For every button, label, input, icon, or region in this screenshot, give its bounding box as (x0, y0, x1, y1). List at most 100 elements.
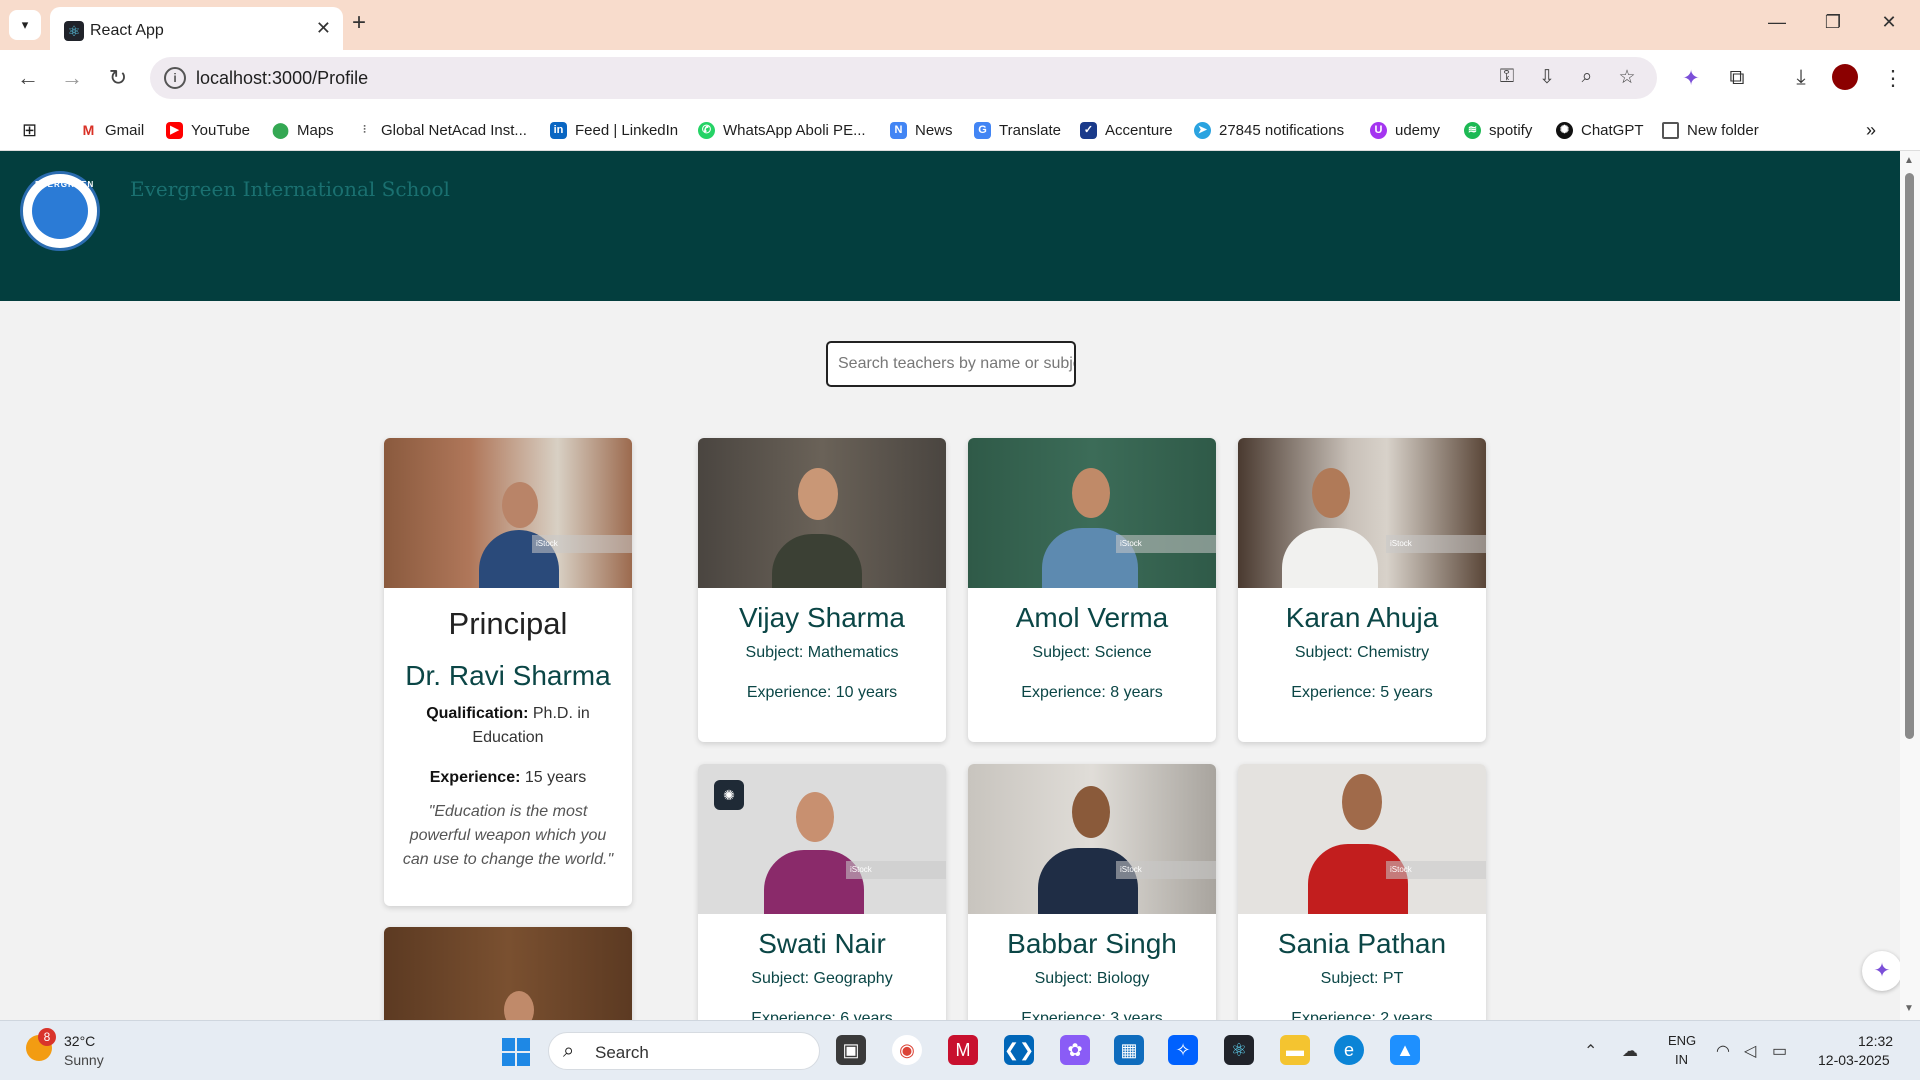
start-button[interactable] (502, 1038, 530, 1066)
istock-watermark: iStock (1116, 861, 1216, 879)
dropbox-icon[interactable]: ✧ (1168, 1035, 1198, 1065)
battery-icon[interactable]: ▭ (1772, 1041, 1787, 1061)
taskbar-search[interactable]: ⌕ Search (548, 1032, 820, 1070)
copilot-icon[interactable]: ✿ (1060, 1035, 1090, 1065)
teacher-subject: Subject: Science (1032, 644, 1152, 661)
minimize-button[interactable]: — (1762, 12, 1792, 33)
wifi-icon[interactable]: ◠ (1716, 1041, 1730, 1061)
downloads-icon[interactable]: ⤓ (1786, 66, 1816, 90)
maps-pin-icon: ⬤ (272, 121, 289, 139)
language-indicator[interactable]: ENG (1668, 1033, 1696, 1048)
bookmark-linkedin[interactable]: in Feed | LinkedIn (550, 120, 678, 140)
bookmark-star-icon[interactable]: ☆ (1614, 66, 1640, 89)
clock-time[interactable]: 12:32 (1858, 1033, 1893, 1049)
forward-button[interactable]: → (58, 66, 86, 90)
istock-watermark: iStock (1116, 535, 1216, 553)
close-window-button[interactable]: ✕ (1874, 12, 1904, 33)
bookmark-maps[interactable]: ⬤ Maps (272, 120, 334, 140)
teacher-card[interactable]: iStock Babbar Singh Subject: Biology Exp… (968, 764, 1216, 1020)
teacher-card[interactable]: iStock Sania Pathan Subject: PT Experien… (1238, 764, 1486, 1020)
tab-strip: ▾ ⚛ React App ✕ + — ❐ ✕ (0, 0, 1920, 50)
menu-dots-icon[interactable]: ⋮ (1878, 66, 1908, 91)
folder-icon (1662, 121, 1679, 139)
bookmark-udemy[interactable]: Uudemy (1370, 120, 1440, 140)
bookmark-chatgpt[interactable]: ✺ ChatGPT (1556, 120, 1644, 140)
teacher-photo: iStock (1238, 764, 1486, 914)
gemini-floating-button[interactable]: ✦ (1862, 951, 1902, 991)
bookmark-new-folder[interactable]: New folder (1662, 120, 1759, 140)
tab-search-button[interactable]: ▾ (9, 10, 41, 40)
edge-icon[interactable]: e (1334, 1035, 1364, 1065)
weather-description[interactable]: Sunny (64, 1052, 104, 1068)
more-bookmarks-icon[interactable]: » (1866, 120, 1876, 140)
bookmark-label: udemy (1395, 121, 1441, 139)
volume-icon[interactable]: ◁ (1744, 1041, 1756, 1061)
teacher-card[interactable]: ✺ iStock Swati Nair Subject: Geography E… (698, 764, 946, 1020)
bookmark-label: Global NetAcad Inst... (381, 121, 527, 139)
scroll-up-icon[interactable]: ▲ (1904, 155, 1914, 166)
onedrive-icon[interactable]: ☁ (1622, 1041, 1638, 1061)
teacher-subject: Subject: Chemistry (1294, 644, 1430, 661)
teacher-photo: iStock (968, 438, 1216, 588)
extension-gemini-icon[interactable]: ✦ (1676, 66, 1706, 91)
weather-temperature[interactable]: 32°C (64, 1033, 95, 1049)
store-icon[interactable]: ▦ (1114, 1035, 1144, 1065)
tab-title: React App (90, 22, 164, 39)
gemini-lens-icon[interactable]: ✺ (714, 780, 744, 810)
install-app-icon[interactable]: ⇩ (1534, 66, 1560, 89)
principal-qualification: Qualification: Ph.D. in Education (400, 702, 616, 750)
restore-button[interactable]: ❐ (1818, 12, 1848, 33)
teacher-card[interactable]: iStock Karan Ahuja Subject: Chemistry Ex… (1238, 438, 1486, 742)
url-text[interactable]: localhost:3000/Profile (196, 68, 368, 89)
bookmark-gmail[interactable]: M Gmail (80, 120, 144, 140)
teacher-name: Karan Ahuja (1285, 602, 1439, 633)
new-tab-button[interactable]: + (352, 11, 366, 35)
scroll-thumb[interactable] (1905, 173, 1914, 739)
browser-tab[interactable]: ⚛ React App ✕ (50, 7, 343, 50)
teacher-card[interactable]: Vijay Sharma Subject: Mathematics Experi… (698, 438, 946, 742)
address-bar[interactable]: i localhost:3000/Profile ⚿ ⇩ ⌕ ☆ (150, 57, 1657, 99)
bookmark-label: Gmail (105, 121, 145, 139)
principal-card: iStock Principal Dr. Ravi Sharma Qualifi… (384, 438, 632, 906)
react-devtools-icon[interactable]: ⚛ (1224, 1035, 1254, 1065)
bookmark-news[interactable]: N News (890, 120, 953, 140)
profile-avatar[interactable] (1832, 64, 1858, 90)
bookmark-label: spotify (1489, 121, 1533, 139)
close-tab-icon[interactable]: ✕ (316, 18, 331, 39)
bookmark-netacad[interactable]: ⫶ Global NetAcad Inst... (356, 120, 527, 140)
mcafee-icon[interactable]: M (948, 1035, 978, 1065)
bookmark-label: WhatsApp Aboli PE... (723, 121, 866, 139)
weather-badge: 8 (38, 1028, 56, 1046)
bookmark-accenture[interactable]: ✓ Accenture (1080, 120, 1173, 140)
teacher-card[interactable]: iStock Amol Verma Subject: Science Exper… (968, 438, 1216, 742)
bookmark-whatsapp[interactable]: ✆ WhatsApp Aboli PE... (698, 120, 866, 140)
extensions-icon[interactable]: ⧉ (1722, 66, 1752, 90)
apps-grid-icon[interactable]: ⊞ (22, 120, 37, 140)
bookmark-label: 27845 notifications (1219, 121, 1345, 139)
back-button[interactable]: ← (14, 66, 42, 90)
scroll-down-icon[interactable]: ▼ (1904, 1003, 1914, 1014)
region-indicator[interactable]: IN (1675, 1052, 1688, 1067)
bookmark-youtube[interactable]: ▶ YouTube (166, 120, 250, 140)
task-view-icon[interactable]: ▣ (836, 1035, 866, 1065)
principal-quote: "Education is the most powerful weapon w… (402, 803, 614, 868)
vscode-icon[interactable]: ❮❯ (1004, 1035, 1034, 1065)
bookmark-translate[interactable]: G Translate (974, 120, 1061, 140)
bookmark-spotify[interactable]: ≋ spotify (1464, 120, 1532, 140)
principal-experience: Experience: 15 years (400, 766, 616, 790)
zoom-icon[interactable]: ⌕ (1574, 66, 1600, 88)
principal-title: Principal (448, 606, 568, 641)
password-key-icon[interactable]: ⚿ (1494, 66, 1520, 88)
chrome-icon[interactable]: ◉ (892, 1035, 922, 1065)
reload-button[interactable]: ↻ (104, 66, 132, 90)
teacher-search-input[interactable] (826, 341, 1076, 387)
teacher-photo: iStock (1238, 438, 1486, 588)
bookmark-telegram[interactable]: ➤ 27845 notifications (1194, 120, 1344, 140)
site-info-icon[interactable]: i (164, 67, 186, 89)
clock-date[interactable]: 12-03-2025 (1818, 1052, 1890, 1068)
file-explorer-icon[interactable]: ▬ (1280, 1035, 1310, 1065)
tray-chevron-icon[interactable]: ⌃ (1584, 1041, 1597, 1061)
page-scrollbar[interactable]: ▲ ▼ (1900, 151, 1920, 1020)
photos-icon[interactable]: ▲ (1390, 1035, 1420, 1065)
page-viewport: EVERGREEN Evergreen International School… (0, 151, 1920, 1020)
